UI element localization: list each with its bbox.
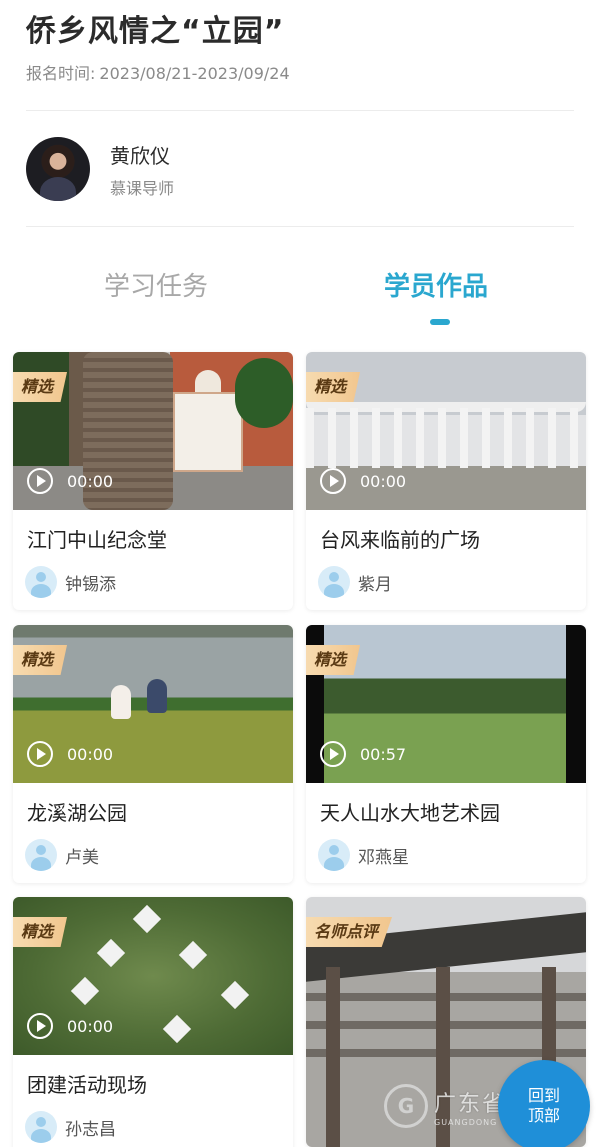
play-icon[interactable]: [320, 741, 346, 767]
tab-active-indicator: [430, 319, 450, 325]
play-icon[interactable]: [320, 468, 346, 494]
thumbnail-scene: [326, 967, 340, 1147]
user-avatar-icon: [318, 566, 350, 598]
work-card[interactable]: 精选 00:00 江门中山纪念堂 钟锡添: [13, 352, 293, 610]
thumbnail-scene: [96, 938, 126, 968]
video-duration: 00:57: [360, 744, 407, 764]
video-thumbnail[interactable]: 精选 00:00: [13, 897, 293, 1055]
back-to-top-button[interactable]: 回到 顶部: [498, 1060, 590, 1147]
work-title[interactable]: 龙溪湖公园: [27, 797, 127, 826]
teacher-name[interactable]: 黄欣仪: [110, 140, 170, 169]
divider: [26, 226, 574, 227]
work-author[interactable]: 钟锡添: [25, 566, 116, 598]
play-icon[interactable]: [27, 1013, 53, 1039]
thumbnail-scene: [235, 358, 293, 428]
work-author[interactable]: 紫月: [318, 566, 392, 598]
play-icon[interactable]: [27, 468, 53, 494]
tab-learning-tasks[interactable]: 学习任务: [104, 266, 208, 303]
video-duration: 00:00: [360, 471, 407, 491]
thumbnail-scene: [162, 1014, 192, 1044]
play-control[interactable]: 00:00: [27, 468, 113, 494]
registration-label: 报名时间:: [26, 64, 96, 83]
play-control[interactable]: 00:00: [27, 741, 113, 767]
user-avatar-icon: [25, 1111, 57, 1143]
work-title[interactable]: 天人山水大地艺术园: [320, 797, 500, 826]
video-duration: 00:00: [67, 744, 114, 764]
work-author[interactable]: 卢美: [25, 839, 99, 871]
author-name: 卢美: [65, 847, 99, 868]
work-title[interactable]: 团建活动现场: [27, 1069, 147, 1098]
work-title[interactable]: 台风来临前的广场: [320, 524, 480, 553]
thumbnail-scene: [566, 625, 586, 783]
user-avatar-icon: [25, 839, 57, 871]
work-card[interactable]: 精选 00:57 天人山水大地艺术园 邓燕星: [306, 625, 586, 883]
page-title: 侨乡风情之“立园”: [26, 14, 285, 49]
thumbnail-scene: [147, 679, 167, 713]
video-thumbnail[interactable]: 精选 00:00: [13, 352, 293, 510]
featured-badge: 精选: [306, 645, 361, 675]
back-to-top-line1: 回到: [527, 1086, 560, 1105]
thumbnail-scene: [111, 685, 131, 719]
video-thumbnail[interactable]: 精选 00:00: [13, 625, 293, 783]
work-title[interactable]: 江门中山纪念堂: [27, 524, 167, 553]
culture-centre-logo-icon: G: [384, 1084, 428, 1128]
teacher-role: 慕课导师: [110, 179, 175, 198]
tab-student-works[interactable]: 学员作品: [384, 266, 488, 303]
work-card[interactable]: 精选 00:00 团建活动现场 孙志昌: [13, 897, 293, 1147]
user-avatar-icon: [25, 566, 57, 598]
page: 侨乡风情之“立园” 报名时间: 2023/08/21-2023/09/24 黄欣仪…: [0, 0, 600, 1147]
back-to-top-line2: 顶部: [527, 1106, 560, 1125]
play-control[interactable]: 00:00: [27, 1013, 113, 1039]
teacher-avatar[interactable]: [26, 137, 90, 201]
featured-badge: 精选: [13, 372, 68, 402]
play-icon[interactable]: [27, 741, 53, 767]
author-name: 钟锡添: [65, 574, 116, 595]
thumbnail-scene: [178, 940, 208, 970]
author-name: 紫月: [358, 574, 392, 595]
thumbnail-scene: [220, 980, 250, 1010]
featured-badge: 精选: [306, 372, 361, 402]
work-card[interactable]: 精选 00:00 龙溪湖公园 卢美: [13, 625, 293, 883]
work-author[interactable]: 孙志昌: [25, 1111, 116, 1143]
expert-review-badge: 名师点评: [306, 917, 393, 947]
thumbnail-scene: [306, 408, 586, 468]
user-avatar-icon: [318, 839, 350, 871]
video-thumbnail[interactable]: 精选 00:57: [306, 625, 586, 783]
featured-badge: 精选: [13, 917, 68, 947]
author-name: 孙志昌: [65, 1119, 116, 1140]
divider: [26, 110, 574, 111]
video-thumbnail[interactable]: 精选 00:00: [306, 352, 586, 510]
video-duration: 00:00: [67, 1016, 114, 1036]
thumbnail-scene: [173, 392, 243, 472]
work-card[interactable]: 精选 00:00 台风来临前的广场 紫月: [306, 352, 586, 610]
video-duration: 00:00: [67, 471, 114, 491]
featured-badge: 精选: [13, 645, 68, 675]
thumbnail-scene: [70, 976, 100, 1006]
work-author[interactable]: 邓燕星: [318, 839, 409, 871]
thumbnail-scene: [132, 904, 162, 934]
registration-time: 报名时间: 2023/08/21-2023/09/24: [26, 60, 290, 84]
play-control[interactable]: 00:00: [320, 468, 406, 494]
registration-range: 2023/08/21-2023/09/24: [99, 64, 290, 83]
author-name: 邓燕星: [358, 847, 409, 868]
play-control[interactable]: 00:57: [320, 741, 406, 767]
